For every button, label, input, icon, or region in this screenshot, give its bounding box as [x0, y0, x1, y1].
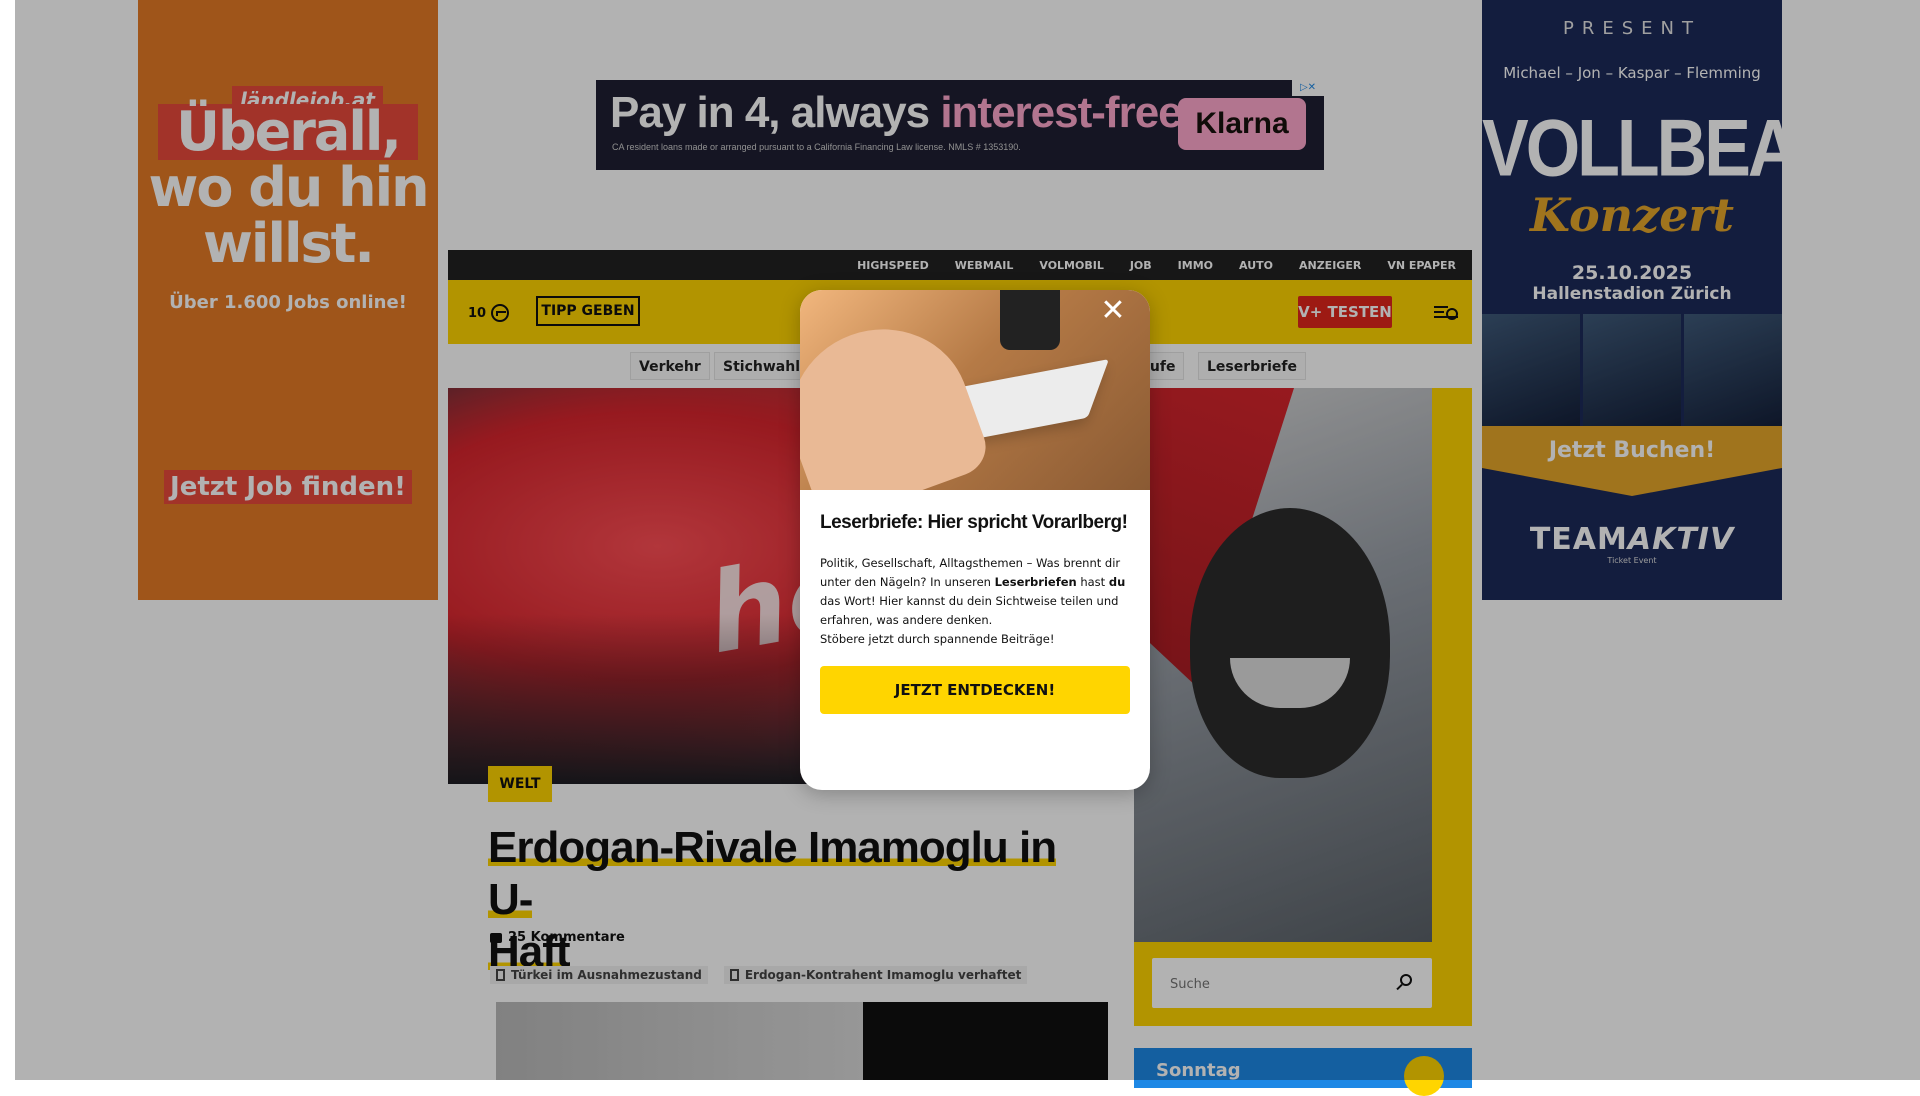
modal-title: Leserbriefe: Hier spricht Vorarlberg!	[820, 512, 1128, 533]
leserbriefe-modal: ✕ Leserbriefe: Hier spricht Vorarlberg! …	[800, 290, 1150, 790]
modal-body: Politik, Gesellschaft, Alltagsthemen – W…	[820, 556, 1126, 646]
close-icon[interactable]: ✕	[1098, 296, 1128, 326]
jetzt-entdecken-button[interactable]: JETZT ENTDECKEN!	[820, 666, 1130, 714]
